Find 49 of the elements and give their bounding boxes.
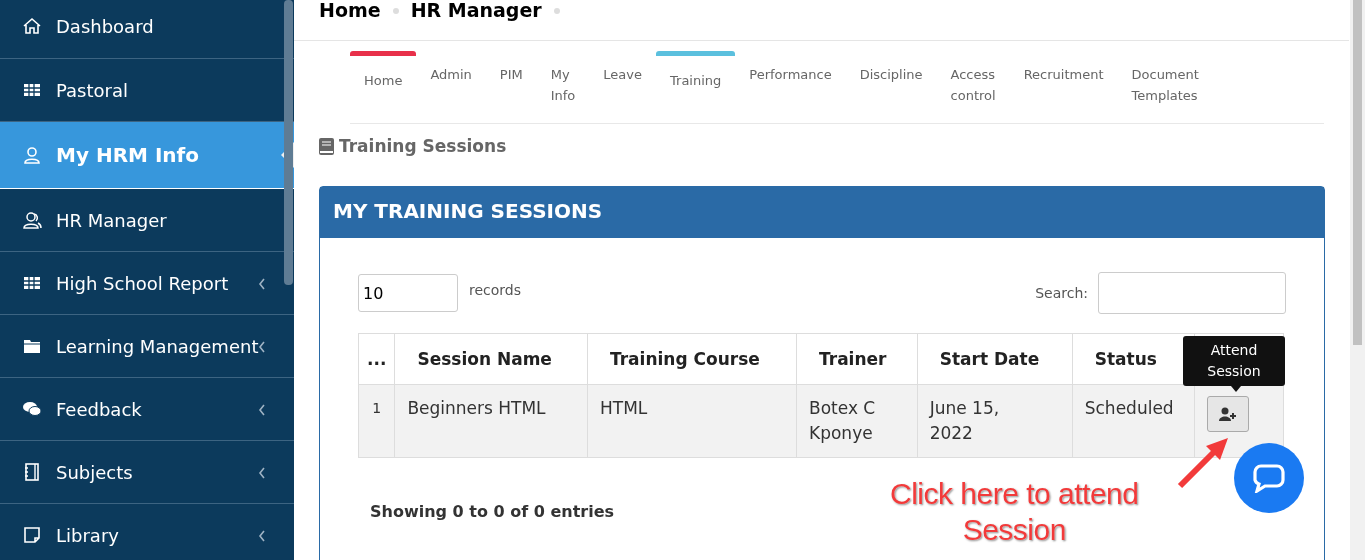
- table-cell: Scheduled: [1072, 384, 1195, 458]
- sidebar-item[interactable]: Feedback: [0, 378, 294, 441]
- column-header[interactable]: Start Date: [917, 333, 1073, 385]
- table-cell: Botex C Kponye: [796, 384, 918, 458]
- breadcrumb-item[interactable]: Home: [319, 0, 381, 20]
- tab[interactable]: Leave: [589, 51, 656, 85]
- tab[interactable]: Performance: [735, 51, 846, 85]
- tab[interactable]: Access control: [936, 51, 1010, 106]
- comments-icon: [22, 399, 42, 419]
- book-icon: [319, 137, 334, 155]
- users-icon: [22, 210, 42, 230]
- search-field[interactable]: [1098, 272, 1286, 314]
- panel-title: MY TRAINING SESSIONS: [320, 187, 1324, 238]
- table-cell: Beginners HTML: [394, 384, 588, 458]
- table-cell: 1: [358, 384, 395, 458]
- tab[interactable]: PIM: [485, 51, 537, 85]
- tab[interactable]: Admin: [416, 51, 486, 85]
- records-label: records: [469, 282, 521, 298]
- annotation-text: Click here to attend Session: [890, 476, 1139, 548]
- tab[interactable]: Discipline: [845, 51, 937, 85]
- page-length-field[interactable]: 10: [358, 274, 458, 312]
- search-label: Search:: [1035, 285, 1088, 301]
- tab[interactable]: Document Templates: [1117, 51, 1213, 106]
- column-header[interactable]: Trainer: [796, 333, 918, 385]
- section-title: Training Sessions: [339, 136, 507, 156]
- note-icon: [22, 525, 42, 545]
- tab[interactable]: Home: [350, 51, 417, 91]
- chat-icon: [1253, 463, 1285, 493]
- attend-button[interactable]: [1207, 396, 1249, 432]
- user-plus-icon: [1219, 407, 1237, 421]
- sidebar-item[interactable]: Learning Management: [0, 315, 294, 378]
- column-header[interactable]: Training Course: [587, 333, 797, 385]
- table-cell: HTML: [587, 384, 797, 458]
- column-header[interactable]: ...: [358, 333, 395, 385]
- table-info: Showing 0 to 0 of 0 entries: [370, 502, 616, 521]
- home-icon: [22, 16, 42, 36]
- tab[interactable]: Recruitment: [1009, 51, 1118, 85]
- sidebar-item[interactable]: Library: [0, 504, 294, 560]
- tooltip: Attend Session: [1183, 336, 1285, 386]
- scrollbar[interactable]: [1350, 0, 1365, 560]
- user-icon: [22, 145, 42, 165]
- tab[interactable]: My Info: [536, 51, 590, 106]
- notebook-icon: [22, 462, 42, 482]
- scrollbar[interactable]: [284, 0, 293, 285]
- table-cell: June 15, 2022: [917, 384, 1073, 458]
- sidebar-item[interactable]: Subjects: [0, 441, 294, 504]
- breadcrumb-item[interactable]: HR Manager: [410, 0, 542, 20]
- tab[interactable]: Training: [656, 51, 736, 91]
- column-header[interactable]: Session Name: [394, 333, 588, 385]
